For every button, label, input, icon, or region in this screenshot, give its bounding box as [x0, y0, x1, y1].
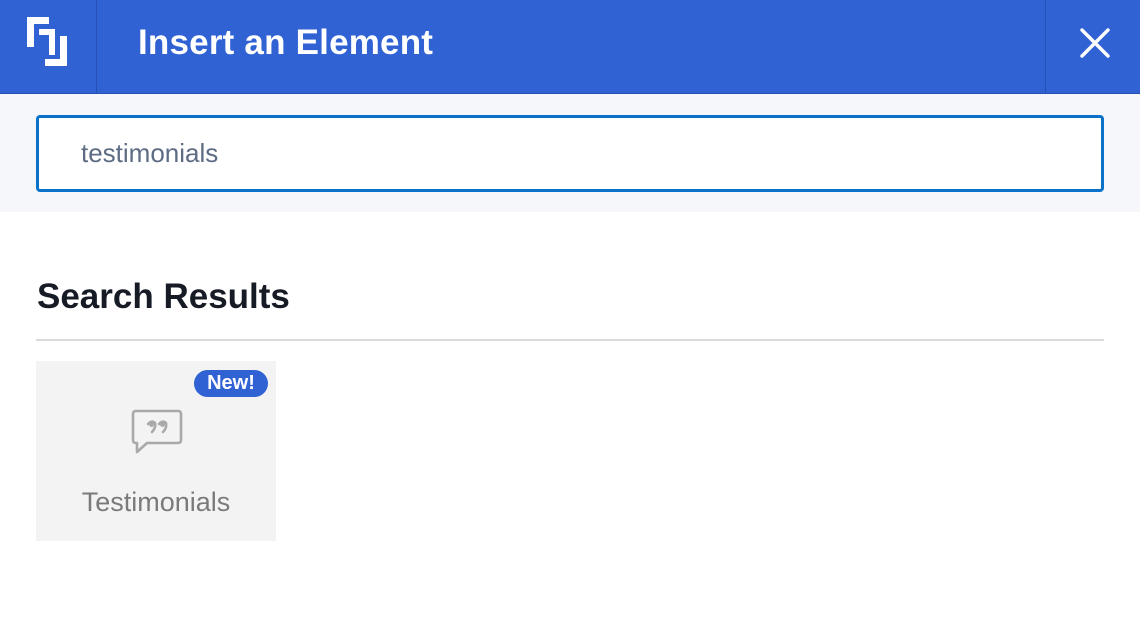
- modal-header: Insert an Element: [0, 0, 1140, 94]
- search-results-heading: Search Results: [37, 277, 290, 316]
- close-icon: [1080, 28, 1110, 58]
- new-badge: New!: [194, 370, 268, 397]
- element-tile-label: Testimonials: [81, 487, 231, 517]
- section-divider: [36, 339, 1104, 341]
- modal-title: Insert an Element: [138, 23, 434, 62]
- search-band: [0, 94, 1140, 212]
- app-logo-icon: [27, 17, 67, 66]
- logo-cell: [0, 0, 97, 93]
- quote-bubble-icon: [131, 409, 183, 454]
- element-tile-testimonials[interactable]: New! Testimonials: [36, 361, 276, 541]
- close-button[interactable]: [1045, 0, 1140, 93]
- search-input[interactable]: [36, 115, 1104, 192]
